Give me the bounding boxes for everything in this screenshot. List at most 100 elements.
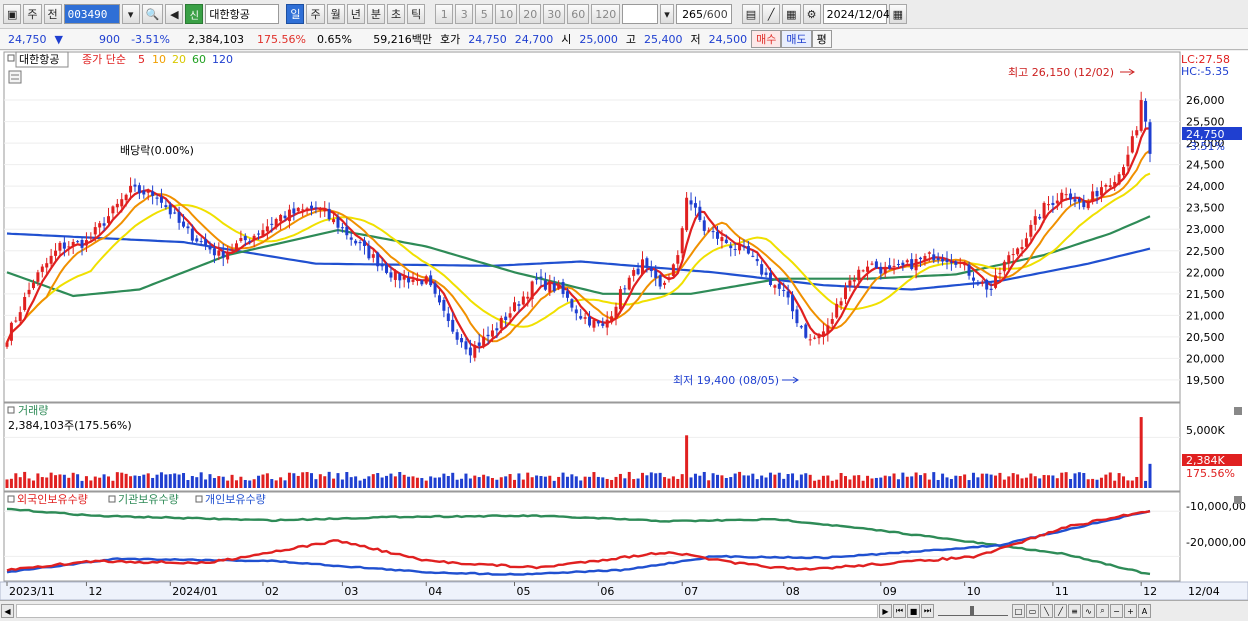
candle-body [707, 230, 711, 232]
candle-body [482, 336, 486, 346]
period-tab-second[interactable]: 초 [386, 4, 406, 24]
period-tab-year[interactable]: 년 [346, 4, 365, 24]
code-dropdown-icon[interactable]: ▾ [121, 4, 140, 24]
text-tool-icon[interactable]: A [1138, 604, 1151, 618]
candle-body [31, 282, 35, 289]
bar-count-input[interactable]: 265/600 [675, 4, 732, 24]
draw-tool-icon[interactable]: ╱ [762, 4, 781, 24]
candle-body [398, 273, 402, 281]
price-chart-svg[interactable]: 26,00025,50025,00024,50024,00023,50023,0… [0, 51, 1248, 601]
interval-1[interactable]: 1 [435, 4, 454, 24]
stock-code-input[interactable]: 003490 [63, 4, 120, 24]
candle-body [380, 265, 384, 267]
interval-30[interactable]: 30 [543, 4, 566, 24]
volume-bar [614, 476, 618, 488]
magnifier-icon[interactable]: ⌕ [1096, 604, 1109, 618]
save-icon[interactable]: ▦ [782, 4, 801, 24]
candle-body [685, 197, 689, 231]
interval-5[interactable]: 5 [475, 4, 494, 24]
buy-button[interactable]: 매수 [751, 30, 782, 48]
candle-body [936, 258, 940, 261]
volume-bar [526, 472, 530, 488]
zoom-slider-handle[interactable] [970, 606, 974, 616]
candle-body [596, 321, 600, 324]
layout1-icon[interactable]: □ [1012, 604, 1025, 618]
price-tick-label: 23,000 [1186, 223, 1225, 236]
prev-button[interactable]: 전 [43, 4, 62, 24]
layout2-icon[interactable]: ▭ [1026, 604, 1039, 618]
volume-bar [186, 480, 190, 488]
volume-title: 거래량 [18, 404, 48, 417]
candle-body [791, 294, 795, 312]
interval-60[interactable]: 60 [567, 4, 590, 24]
holding-close-icon[interactable] [1234, 496, 1242, 504]
sound-icon[interactable]: ◀ [165, 4, 184, 24]
period-tab-week[interactable]: 주 [306, 4, 325, 24]
zoom-out-icon[interactable]: − [1110, 604, 1123, 618]
period-tab-tick[interactable]: 틱 [407, 4, 426, 24]
draw-cycle-icon[interactable]: ∿ [1082, 604, 1095, 618]
candle-body [1046, 204, 1050, 206]
volume-bar [420, 478, 424, 488]
zoom-in-icon[interactable]: + [1124, 604, 1137, 618]
candle-body [1033, 216, 1037, 225]
candle-body [1148, 122, 1152, 154]
candle-body [680, 228, 684, 254]
sell-button[interactable]: 매도 [781, 30, 812, 48]
candle-body [301, 209, 305, 211]
eval-button[interactable]: 평 [811, 30, 832, 48]
price-tick-label: 26,000 [1186, 94, 1225, 107]
interval-20[interactable]: 20 [519, 4, 542, 24]
candle-body [1020, 247, 1024, 250]
candle-body [468, 347, 472, 356]
gear-icon[interactable]: ⚙ [802, 4, 821, 24]
data-table-icon[interactable] [8, 70, 22, 84]
indicator-icon[interactable]: ▤ [741, 4, 761, 24]
period-tab-minute[interactable]: 분 [366, 4, 385, 24]
candle-body [892, 265, 896, 267]
volume-bar [685, 435, 689, 488]
interval-120[interactable]: 120 [591, 4, 621, 24]
date-input[interactable]: 2024/12/04 [822, 4, 890, 24]
volume-close-icon[interactable] [1234, 407, 1242, 415]
volume-bar [605, 478, 609, 488]
volume-bar [279, 477, 283, 488]
scroll-right-icon[interactable]: ▶ [879, 604, 892, 618]
period-tab-month[interactable]: 월 [326, 4, 345, 24]
draw-line-icon[interactable]: ╲ [1040, 604, 1053, 618]
x-tick-label: 02 [265, 585, 279, 598]
window-menu-icon[interactable]: ▣ [3, 4, 22, 24]
candle-body [186, 226, 190, 229]
scroll-left-icon[interactable]: ◀ [1, 604, 14, 618]
candle-body [808, 339, 812, 341]
legend-institution: 기관보유수량 [118, 493, 179, 506]
period-tab-day[interactable]: 일 [286, 4, 305, 24]
candle-body [190, 228, 194, 241]
candle-body [376, 252, 380, 267]
interval-10[interactable]: 10 [495, 4, 518, 24]
chart-area[interactable]: 26,000 25,500 25,000 24,500 24,000 23,500 23,0… [0, 51, 1248, 601]
volume-bar [910, 476, 914, 488]
scroll-last-icon[interactable]: ⏭ [921, 604, 934, 618]
draw-fib-icon[interactable]: ≡ [1068, 604, 1081, 618]
candle-body [76, 241, 80, 243]
interval-dropdown-icon[interactable]: ▾ [660, 4, 674, 24]
candle-body [729, 245, 733, 249]
scroll-first-icon[interactable]: ⏮ [893, 604, 906, 618]
interval-3[interactable]: 3 [455, 4, 474, 24]
candle-body [618, 289, 622, 310]
candle-body [843, 287, 847, 300]
price-tick-label: 24,000 [1186, 180, 1225, 193]
draw-trend-icon[interactable]: ╱ [1054, 604, 1067, 618]
search-icon[interactable]: 🔍 [141, 4, 164, 24]
custom-interval-input[interactable] [622, 4, 659, 24]
period-select[interactable]: 주 [23, 4, 42, 24]
zoom-slider[interactable] [938, 606, 1008, 616]
calendar-icon[interactable]: ▦ [888, 4, 907, 24]
scroll-track[interactable] [16, 604, 878, 618]
candle-body [720, 237, 724, 242]
stop-icon[interactable]: ■ [907, 604, 920, 618]
volume-bar [1055, 478, 1059, 488]
volume-bar [84, 476, 88, 488]
price-tick-label: 20,500 [1186, 331, 1225, 344]
